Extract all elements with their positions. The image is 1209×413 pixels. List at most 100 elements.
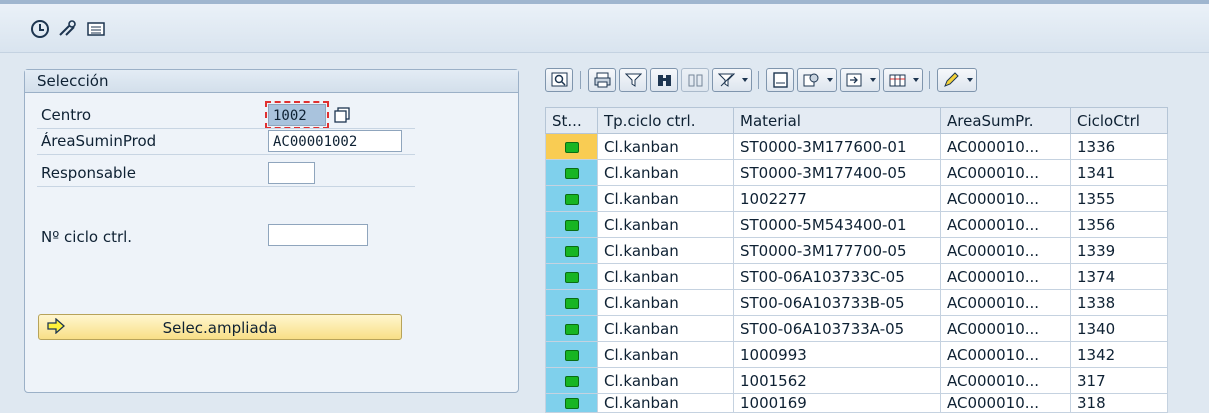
print-icon [594, 72, 611, 88]
cycle-type-cell[interactable]: Cl.kanban [597, 159, 734, 186]
responsible-field[interactable] [268, 162, 315, 184]
table-row[interactable]: Cl.kanban ST0000-5M543400-01 AC000010... 13… [545, 211, 1168, 238]
responsible-label: Responsable [41, 164, 136, 182]
set-filter-button[interactable] [712, 68, 752, 92]
control-cycle-cell[interactable]: 1336 [1070, 133, 1168, 160]
status-cell[interactable] [545, 159, 598, 186]
control-cycle-cell[interactable]: 1374 [1070, 263, 1168, 290]
column-header-cycle-type[interactable]: Tp.ciclo ctrl. [597, 107, 734, 134]
cycle-type-cell[interactable]: Cl.kanban [597, 185, 734, 212]
execute-icon[interactable] [29, 18, 51, 40]
control-cycle-cell[interactable]: 1338 [1070, 289, 1168, 316]
table-row[interactable]: Cl.kanban ST00-06A103733C-05 AC000010... 13… [545, 263, 1168, 290]
export-icon [803, 73, 819, 87]
supply-area-cell[interactable]: AC000010... [940, 263, 1071, 290]
control-cycle-cell[interactable]: 318 [1070, 393, 1168, 413]
cycle-type-cell[interactable]: Cl.kanban [597, 289, 734, 316]
table-row[interactable]: Cl.kanban 1000169 AC000010... 318 [545, 393, 1168, 413]
status-cell[interactable] [545, 133, 598, 160]
cycle-type-cell[interactable]: Cl.kanban [597, 393, 734, 413]
selection-panel: Selección Centro 1002 ÁreaSuminProd AC00… [24, 69, 519, 393]
columns-button[interactable] [883, 68, 923, 92]
material-cell[interactable]: ST0000-3M177600-01 [733, 133, 941, 160]
control-cycle-field[interactable] [268, 224, 368, 246]
supply-area-field[interactable]: AC00001002 [268, 130, 402, 152]
row-divider [37, 154, 415, 155]
filter-button[interactable] [619, 68, 647, 92]
status-cell[interactable] [545, 185, 598, 212]
print-button[interactable] [588, 68, 616, 92]
table-row[interactable]: Cl.kanban 1000993 AC000010... 1342 [545, 341, 1168, 368]
column-header-supply-area[interactable]: AreaSumPr. [940, 107, 1071, 134]
column-header-control-cycle[interactable]: CicloCtrl [1070, 107, 1168, 134]
status-cell[interactable] [545, 211, 598, 238]
material-cell[interactable]: ST0000-5M543400-01 [733, 211, 941, 238]
table-icon [889, 74, 906, 87]
print-preview-button[interactable] [766, 68, 794, 92]
supply-area-cell[interactable]: AC000010... [940, 133, 1071, 160]
supply-area-cell[interactable]: AC000010... [940, 367, 1071, 394]
material-cell[interactable]: ST00-06A103733B-05 [733, 289, 941, 316]
table-row[interactable]: Cl.kanban ST0000-3M177700-05 AC000010... 13… [545, 237, 1168, 264]
get-variant-icon[interactable] [57, 18, 79, 40]
control-cycle-cell[interactable]: 1339 [1070, 237, 1168, 264]
status-cell[interactable] [545, 393, 598, 413]
find-next-button[interactable] [681, 68, 709, 92]
supply-area-cell[interactable]: AC000010... [940, 341, 1071, 368]
cycle-type-cell[interactable]: Cl.kanban [597, 341, 734, 368]
cycle-type-cell[interactable]: Cl.kanban [597, 133, 734, 160]
status-cell[interactable] [545, 341, 598, 368]
cycle-type-cell[interactable]: Cl.kanban [597, 211, 734, 238]
control-cycle-cell[interactable]: 1355 [1070, 185, 1168, 212]
status-cell[interactable] [545, 289, 598, 316]
control-cycle-cell[interactable]: 1341 [1070, 159, 1168, 186]
supply-area-cell[interactable]: AC000010... [940, 289, 1071, 316]
column-header-status[interactable]: St... [545, 107, 598, 134]
control-cycle-cell[interactable]: 1340 [1070, 315, 1168, 342]
details-button[interactable] [545, 68, 573, 92]
export-button[interactable] [797, 68, 837, 92]
cycle-type-cell[interactable]: Cl.kanban [597, 367, 734, 394]
supply-area-cell[interactable]: AC000010... [940, 211, 1071, 238]
change-button[interactable] [937, 68, 977, 92]
table-row[interactable]: Cl.kanban ST00-06A103733B-05 AC000010... 13… [545, 289, 1168, 316]
status-cell[interactable] [545, 315, 598, 342]
extended-selection-button[interactable]: Selec.ampliada [38, 314, 402, 340]
cycle-type-cell[interactable]: Cl.kanban [597, 263, 734, 290]
material-cell[interactable]: ST0000-3M177400-05 [733, 159, 941, 186]
material-cell[interactable]: ST00-06A103733A-05 [733, 315, 941, 342]
cycle-type-cell[interactable]: Cl.kanban [597, 237, 734, 264]
multiple-selection-icon[interactable] [333, 106, 351, 124]
table-row[interactable]: Cl.kanban 1002277 AC000010... 1355 [545, 185, 1168, 212]
supply-area-cell[interactable]: AC000010... [940, 237, 1071, 264]
supply-area-cell[interactable]: AC000010... [940, 159, 1071, 186]
layout-button[interactable] [840, 68, 880, 92]
control-cycle-cell[interactable]: 1356 [1070, 211, 1168, 238]
toolbar-separator [580, 71, 581, 89]
filter-set-icon [718, 73, 735, 87]
material-cell[interactable]: ST00-06A103733C-05 [733, 263, 941, 290]
pencil-icon [944, 72, 959, 87]
table-row[interactable]: Cl.kanban ST0000-3M177600-01 AC000010... 13… [545, 133, 1168, 160]
control-cycle-cell[interactable]: 1342 [1070, 341, 1168, 368]
selection-options-icon[interactable] [85, 18, 107, 40]
table-row[interactable]: Cl.kanban ST00-06A103733A-05 AC000010... 13… [545, 315, 1168, 342]
material-cell[interactable]: 1000169 [733, 393, 941, 413]
plant-field[interactable]: 1002 [265, 101, 329, 129]
status-cell[interactable] [545, 237, 598, 264]
table-row[interactable]: Cl.kanban ST0000-3M177400-05 AC000010... 13… [545, 159, 1168, 186]
supply-area-cell[interactable]: AC000010... [940, 393, 1071, 413]
material-cell[interactable]: 1000993 [733, 341, 941, 368]
supply-area-cell[interactable]: AC000010... [940, 185, 1071, 212]
material-cell[interactable]: 1001562 [733, 367, 941, 394]
find-button[interactable] [650, 68, 678, 92]
control-cycle-cell[interactable]: 317 [1070, 367, 1168, 394]
material-cell[interactable]: 1002277 [733, 185, 941, 212]
status-cell[interactable] [545, 263, 598, 290]
cycle-type-cell[interactable]: Cl.kanban [597, 315, 734, 342]
supply-area-cell[interactable]: AC000010... [940, 315, 1071, 342]
status-cell[interactable] [545, 367, 598, 394]
column-header-material[interactable]: Material [733, 107, 941, 134]
material-cell[interactable]: ST0000-3M177700-05 [733, 237, 941, 264]
table-row[interactable]: Cl.kanban 1001562 AC000010... 317 [545, 367, 1168, 394]
